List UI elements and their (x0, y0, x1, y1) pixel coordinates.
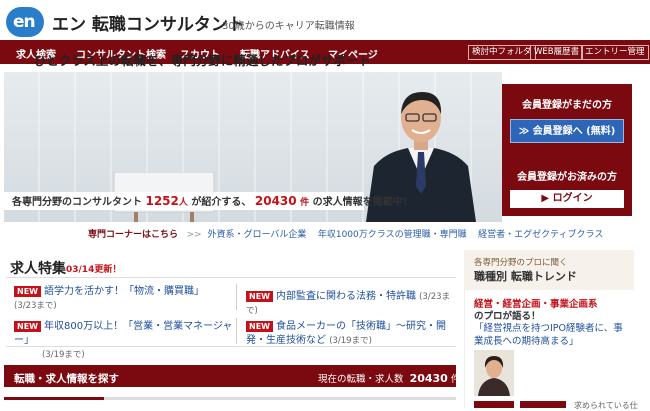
job-count-summary: 現在の転職・求人数 20430 件 (318, 371, 460, 385)
corner-link-global[interactable]: 外資系・グローバル企業 (207, 230, 306, 240)
trend-title[interactable]: 職種別 転職トレンド (474, 268, 577, 284)
site-tagline: 30歳からのキャリア転職情報 (222, 21, 355, 32)
job-search-bar: 転職・求人情報を探す 現在の転職・求人数 20430 件 (4, 365, 460, 387)
feature-item-date: (3/19まで) (329, 336, 372, 346)
special-corner-label: 専門コーナーはこちら (88, 230, 179, 240)
job-unit: 件 (300, 198, 310, 208)
divider (236, 284, 237, 310)
feature-item-date: (3/23まで) (14, 301, 57, 311)
search-tab-active[interactable] (4, 397, 104, 400)
feature-item[interactable]: NEW 内部監査に関わる法務・特許職 (3/23まで) (246, 290, 456, 318)
feature-item[interactable]: NEW 語学力を活かす！「物流・購買職」 (3/23まで) (14, 285, 224, 313)
entry-management-button[interactable]: エントリー管理 (581, 45, 649, 60)
feature-updated: 03/14更新！ (66, 265, 122, 275)
stats-prefix: 各専門分野のコンサルタント (12, 197, 142, 208)
feature-item-text: 年収800万以上！「営業・営業マネージャー」 (14, 321, 233, 346)
corner-link-executive[interactable]: 経営者・エグゼクティブクラス (478, 230, 603, 240)
member-register-panel: 会員登録がまだの方 ≫ 会員登録へ (無料) 会員登録がお済みの方 ▶ ログイン (502, 84, 632, 216)
feature-item[interactable]: NEW 食品メーカーの「技術職」～研究・開発・生産技術など (3/19まで) (246, 320, 456, 348)
saved-folder-button[interactable]: 検討中フォルダ (468, 45, 536, 60)
feature-item-date: (3/19まで) (42, 350, 85, 360)
chevron-right-icon: >> (180, 230, 205, 240)
hero-headline: ひとクラス上の転職を、専門分野に精通したプロがサポート (34, 53, 371, 68)
new-badge: NEW (14, 321, 41, 332)
divider (6, 346, 456, 347)
stats-suffix: の求人情報を掲載中！ (312, 197, 413, 208)
stats-middle: が紹介する、 (191, 197, 252, 208)
new-badge: NEW (246, 321, 273, 332)
feature-item[interactable]: NEW 年収800万以上！「営業・営業マネージャー」 (3/19まで) (14, 320, 234, 362)
en-logo-mark[interactable]: en (6, 7, 44, 37)
job-count: 20430 (254, 194, 297, 208)
trend-quote[interactable]: 「経営視点を持つIPO経験者に、事業成長への期待高まる」 (474, 322, 624, 348)
trend-tab[interactable] (474, 401, 514, 408)
special-corner-bar: 専門コーナーはこちら >> 外資系・グローバル企業 年収1000万クラスの管理職… (4, 226, 603, 244)
trend-subtitle: 各専門分野のプロに聞く (474, 258, 568, 268)
web-resume-button[interactable]: WEB履歴書 (530, 45, 584, 60)
site-logo-text[interactable]: エン 転職コンサルタント (52, 10, 245, 35)
divider (6, 277, 456, 278)
trend-category-suffix: のプロが語る！ (474, 311, 541, 322)
divider (236, 318, 237, 344)
login-button[interactable]: ▶ ログイン (510, 190, 624, 208)
consultant-count: 1252 (145, 194, 179, 208)
job-count-value: 20430 (409, 372, 448, 385)
hero-stats: 各専門分野のコンサルタント 1252人 が紹介する、 20430 件 の求人情報… (4, 192, 413, 210)
register-button[interactable]: ≫ 会員登録へ (無料) (510, 119, 624, 143)
feature-title: 求人特集 (10, 261, 66, 277)
job-count-label: 現在の転職・求人数 (318, 374, 404, 385)
registered-label: 会員登録がお済みの方 (517, 172, 617, 183)
corner-divider (309, 230, 315, 240)
trend-tab[interactable] (520, 401, 566, 408)
new-badge: NEW (246, 291, 273, 302)
feature-item-text: 語学力を活かす！「物流・購買職」 (43, 286, 204, 297)
corner-divider (469, 230, 475, 240)
logo-mark-text: en (13, 12, 36, 32)
feature-item-text: 内部監査に関わる法務・特許職 (275, 291, 416, 302)
consultant-thumbnail (474, 350, 514, 396)
job-search-title: 転職・求人情報を探す (14, 373, 119, 385)
trend-snippet: 求められている仕 (574, 401, 638, 410)
new-badge: NEW (14, 286, 41, 297)
not-registered-label: 会員登録がまだの方 (522, 100, 612, 111)
job-count-unit: 件 (450, 374, 461, 385)
corner-link-manager[interactable]: 年収1000万クラスの管理職・専門職 (318, 230, 467, 240)
consultant-unit: 人 (178, 198, 188, 208)
